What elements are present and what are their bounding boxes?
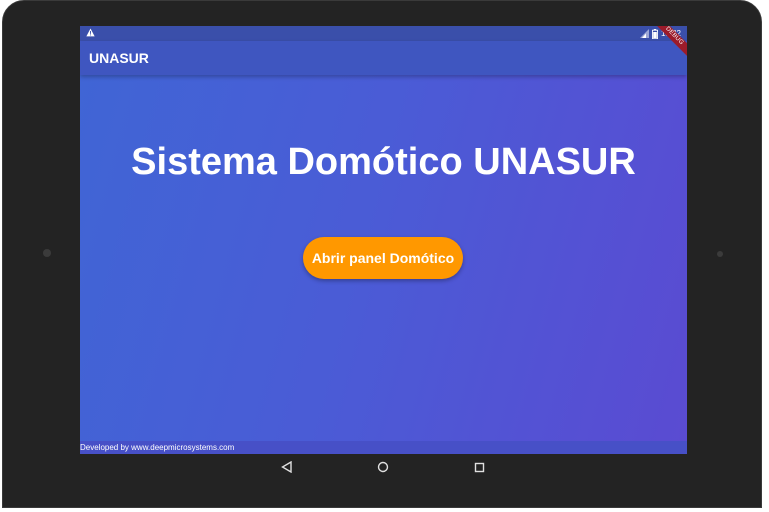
page-frame: 10:22 DEBUG UNASUR Sistema Domótico UNAS… xyxy=(0,0,769,512)
recents-button[interactable] xyxy=(472,460,486,474)
front-camera xyxy=(43,249,51,257)
device-screen: 10:22 DEBUG UNASUR Sistema Domótico UNAS… xyxy=(80,26,687,454)
status-bar: 10:22 xyxy=(80,26,687,41)
signal-icon xyxy=(639,29,649,38)
sensor-dot xyxy=(717,251,723,257)
page-bottom-strip xyxy=(0,508,769,512)
app-bar: UNASUR xyxy=(80,41,687,75)
main-content: Sistema Domótico UNASUR Abrir panel Domó… xyxy=(80,75,687,441)
app-bar-title: UNASUR xyxy=(89,50,149,66)
home-icon xyxy=(377,461,389,473)
open-panel-button[interactable]: Abrir panel Domótico xyxy=(303,237,463,279)
battery-icon xyxy=(652,28,658,39)
home-button[interactable] xyxy=(376,460,390,474)
navigation-bar xyxy=(80,454,687,480)
warning-icon xyxy=(86,28,95,37)
footer-credit: Developed by www.deepmicrosystems.com xyxy=(80,441,687,454)
back-icon xyxy=(280,461,292,473)
back-button[interactable] xyxy=(279,460,293,474)
page-headline: Sistema Domótico UNASUR xyxy=(131,141,636,183)
recents-icon xyxy=(474,462,484,472)
